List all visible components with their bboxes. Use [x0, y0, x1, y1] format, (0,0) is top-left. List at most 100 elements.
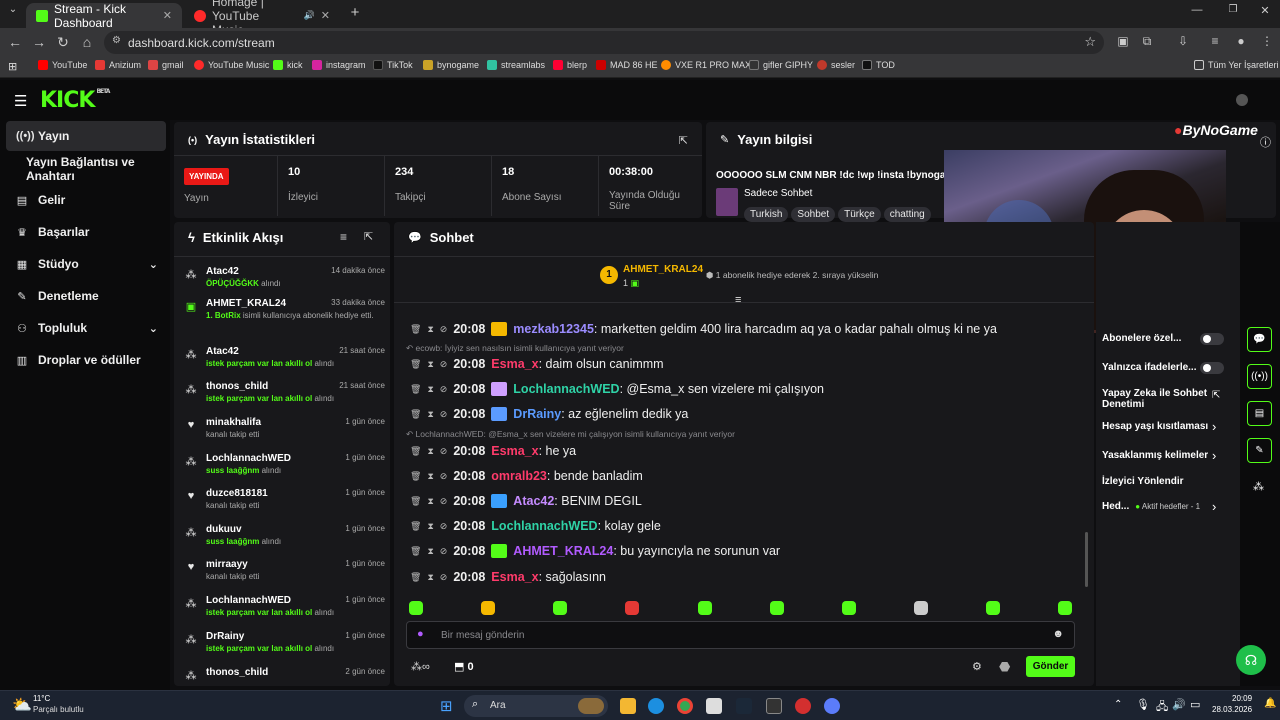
activity-username[interactable]: duzce818181 — [206, 488, 268, 499]
profile-avatar-icon[interactable]: ● — [1232, 34, 1250, 48]
send-button[interactable]: Gönder — [1026, 656, 1075, 677]
steam-icon[interactable] — [736, 698, 752, 714]
emote-icon[interactable] — [770, 601, 784, 615]
chat-message[interactable]: 🗑 ⧗ ⊘ 20:08 LochlannachWED: @Esma_x sen vize… — [410, 378, 824, 400]
timeout-icon[interactable]: ⧗ — [427, 359, 433, 370]
sidebar-item-yayin[interactable]: ((•)) Yayın — [6, 121, 166, 151]
close-icon[interactable]: ✕ — [163, 9, 172, 22]
emote-icon[interactable] — [698, 601, 712, 615]
ban-icon[interactable]: ⊘ — [440, 471, 448, 482]
network-icon[interactable]: 🖧 — [1156, 698, 1168, 717]
external-link-icon[interactable]: ⇱ — [1212, 390, 1220, 401]
broadcast-shortcut-icon[interactable]: ((•)) — [1247, 364, 1272, 389]
site-info-icon[interactable]: ⚙ — [112, 35, 121, 46]
new-tab-button[interactable]: + — [346, 4, 364, 21]
chat-message[interactable]: 🗑 ⧗ ⊘ 20:08 LochlannachWED: kolay gele — [410, 515, 661, 537]
activity-item[interactable]: ⁂ LochlannachWED 1 gün önce suss laağğnm al… — [184, 453, 386, 487]
activity-username[interactable]: thonos_child — [206, 667, 268, 678]
message-username[interactable]: Esma_x — [491, 357, 538, 371]
chat-message[interactable]: 🗑 ⧗ ⊘ 20:08 omralb23: bende banladim — [410, 465, 643, 487]
activity-username[interactable]: thonos_child — [206, 381, 268, 392]
timeout-icon[interactable]: ⧗ — [427, 546, 433, 557]
clock-time[interactable]: 20:09 — [1232, 694, 1252, 703]
apps-icon[interactable]: ⁂ — [1253, 480, 1264, 493]
info-icon[interactable]: ⓘ — [1260, 134, 1271, 150]
chat-setting-row[interactable]: Hed... ● Aktif hedefler - 1 — [1102, 501, 1222, 512]
all-bookmarks-folder[interactable]: Tüm Yer İşaretleri — [1194, 60, 1279, 70]
settings-gear-icon[interactable]: ⚙ — [972, 660, 982, 673]
puzzle-icon[interactable]: ⧉ — [1138, 34, 1156, 49]
reload-icon[interactable]: ↻ — [54, 34, 72, 51]
tag[interactable]: Sohbet — [791, 207, 836, 222]
mic-tray-icon[interactable]: 🎙 — [1136, 698, 1150, 711]
tab-list-icon[interactable]: ⌄ — [4, 4, 22, 15]
chevron-right-icon[interactable]: › — [1212, 419, 1216, 434]
activity-item[interactable]: ⁂ Atac42 14 dakika önce ÖPÜÇÜĞĞKK alındı — [184, 266, 386, 300]
app-icon[interactable] — [795, 698, 811, 714]
activity-item[interactable]: ⁂ DrRainy 1 gün önce istek parçam var lan a… — [184, 631, 386, 665]
sidebar-item-stream-key[interactable]: Yayın Bağlantısı ve Anahtarı — [6, 154, 166, 184]
hamburger-menu-icon[interactable]: ☰ — [14, 92, 27, 110]
edge-icon[interactable] — [648, 698, 664, 714]
notification-bell-icon[interactable]: 🔔 — [1264, 698, 1276, 709]
activity-username[interactable]: mirraayy — [206, 559, 248, 570]
activity-item[interactable]: ⁂ thonos_child 2 gün önce — [184, 667, 386, 686]
activity-item[interactable]: ▣ AHMET_KRAL24 33 dakika önce 1. BotRix isi… — [184, 298, 385, 332]
taskbar-search[interactable]: ⌕ Ara — [464, 695, 608, 717]
chrome-icon[interactable] — [677, 698, 693, 714]
ban-icon[interactable]: ⊘ — [440, 409, 448, 420]
points-info[interactable]: ⁂∞ — [411, 660, 430, 673]
delete-icon[interactable]: 🗑 — [410, 359, 421, 370]
activity-item[interactable]: ♥ minakhalifa 1 gün önce kanalı takip etti — [184, 417, 385, 451]
ban-icon[interactable]: ⊘ — [440, 572, 448, 583]
discord-icon[interactable] — [824, 698, 840, 714]
close-icon[interactable]: ✕ — [321, 9, 330, 22]
sidebar-item-studyo[interactable]: ▦ Stüdyo ⌄ — [6, 249, 166, 279]
sidebar-item-gelir[interactable]: ▤ Gelir — [6, 185, 166, 215]
activity-username[interactable]: LochlannachWED — [206, 453, 291, 464]
activity-username[interactable]: DrRainy — [206, 631, 244, 642]
clock-date[interactable]: 28.03.2026 — [1212, 705, 1252, 714]
message-username[interactable]: LochlannachWED — [491, 519, 597, 533]
bookmark-star-icon[interactable]: ☆ — [1084, 34, 1096, 50]
downloads-icon[interactable]: ⇩ — [1174, 34, 1192, 48]
sidebar-item-basarilar[interactable]: ♛ Başarılar — [6, 217, 166, 247]
apps-grid-icon[interactable]: ⊞ — [8, 60, 17, 73]
mic-icon[interactable]: ● — [417, 628, 424, 640]
tab-kick-dashboard[interactable]: Stream - Kick Dashboard ✕ — [26, 2, 182, 30]
toggle-switch[interactable] — [1200, 333, 1224, 345]
popout-icon[interactable]: ⇱ — [364, 230, 373, 243]
activity-username[interactable]: dukuuv — [206, 524, 242, 535]
pinned-expand-icon[interactable]: ≡ — [735, 294, 741, 306]
message-username[interactable]: Esma_x — [491, 570, 538, 584]
start-windows-icon[interactable]: ⊞ — [440, 697, 453, 715]
kick-logo[interactable]: KICK BETA — [40, 88, 110, 113]
file-explorer-icon[interactable] — [620, 698, 636, 714]
ban-icon[interactable]: ⊘ — [440, 384, 448, 395]
layout-shortcut-icon[interactable]: ▤ — [1247, 401, 1272, 426]
menu-icon[interactable]: ⋮ — [1258, 34, 1276, 48]
chevron-right-icon[interactable]: › — [1212, 499, 1216, 514]
ban-icon[interactable]: ⊘ — [440, 546, 448, 557]
minimize-icon[interactable]: — — [1188, 4, 1206, 16]
tag[interactable]: Turkish — [744, 207, 789, 222]
chat-message[interactable]: 🗑 ⧗ ⊘ 20:08 Atac42: BENIM DEGIL — [410, 490, 642, 512]
bookmark-gmail[interactable]: gmail — [148, 60, 184, 70]
activity-item[interactable]: ♥ duzce818181 1 gün önce kanalı takip etti — [184, 488, 385, 522]
activity-username[interactable]: LochlannachWED — [206, 595, 291, 606]
bookmark-vxe[interactable]: VXE R1 PRO MAX — [661, 60, 751, 70]
filter-icon[interactable]: ≡ — [340, 230, 347, 244]
activity-username[interactable]: Atac42 — [206, 346, 239, 357]
chat-message[interactable]: 🗑 ⧗ ⊘ 20:08 mezkab12345: marketten geldim 40… — [410, 318, 997, 340]
delete-icon[interactable]: 🗑 — [410, 546, 421, 557]
home-icon[interactable]: ⌂ — [78, 34, 96, 50]
activity-item[interactable]: ♥ mirraayy 1 gün önce kanalı takip etti — [184, 559, 385, 593]
bookmark-youtube-music[interactable]: YouTube Music — [194, 60, 269, 70]
bookmark-youtube[interactable]: YouTube — [38, 60, 87, 70]
ban-icon[interactable]: ⊘ — [440, 359, 448, 370]
chat-setting-row[interactable]: Hesap yaşı kısıtlaması — [1102, 421, 1222, 432]
delete-icon[interactable]: 🗑 — [410, 409, 421, 420]
window-close-icon[interactable]: ✕ — [1256, 4, 1274, 17]
bookmark-streamlabs[interactable]: streamlabs — [487, 60, 545, 70]
delete-icon[interactable]: 🗑 — [410, 471, 421, 482]
